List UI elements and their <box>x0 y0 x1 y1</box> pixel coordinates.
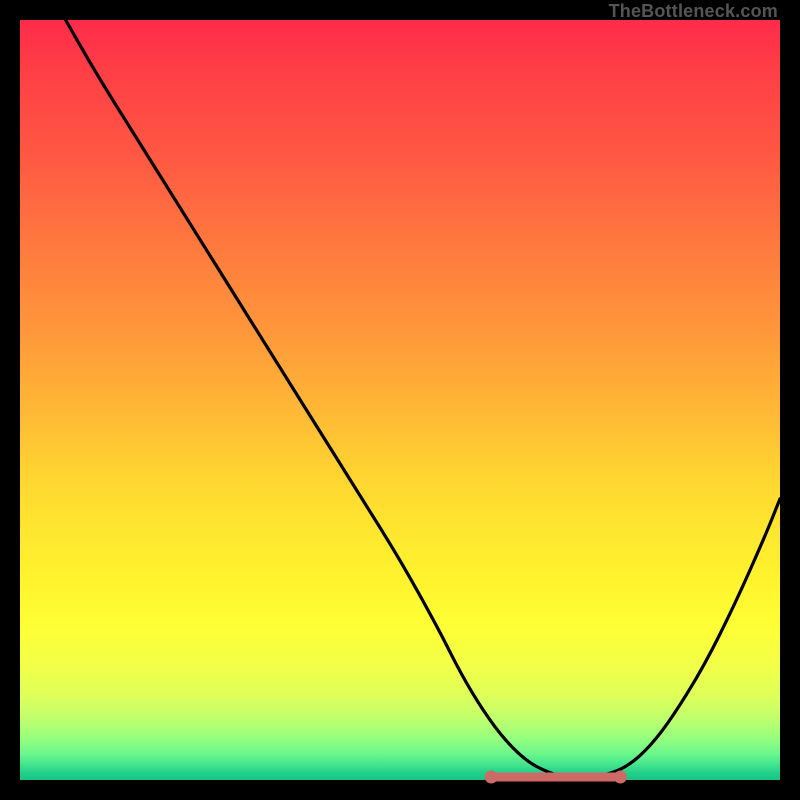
attribution-text: TheBottleneck.com <box>609 1 778 22</box>
bottleneck-curve <box>66 20 780 778</box>
valley-dot-left <box>485 771 498 784</box>
valley-dot-right <box>614 771 627 784</box>
chart-frame <box>20 20 780 780</box>
bottleneck-curve-svg <box>20 20 780 780</box>
